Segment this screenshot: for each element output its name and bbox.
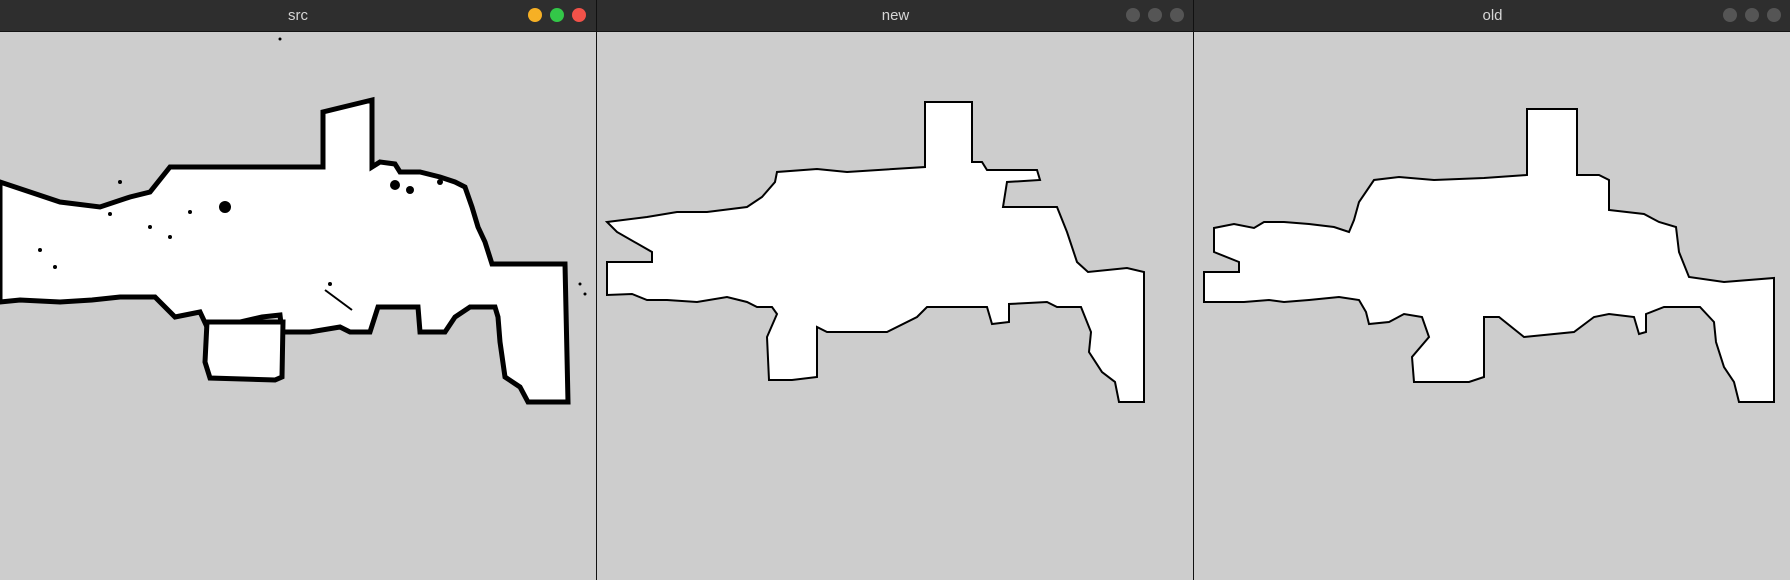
traffic-lights-new [1118, 8, 1184, 22]
zoom-button-icon[interactable] [1148, 8, 1162, 22]
traffic-lights-src [520, 8, 586, 22]
window-new: new [596, 0, 1194, 580]
map-image-new [604, 101, 1145, 403]
window-titlebar-old[interactable]: old [1194, 0, 1790, 32]
close-button-icon[interactable] [1170, 8, 1184, 22]
window-title-new: new [881, 7, 910, 24]
window-title-old: old [1482, 7, 1503, 24]
traffic-lights-old [1715, 8, 1781, 22]
map-image-src [0, 37, 587, 405]
minimize-button-icon[interactable] [1723, 8, 1737, 22]
window-src: src [0, 0, 596, 580]
window-titlebar-src[interactable]: src [0, 0, 596, 32]
image-canvas-old [1194, 32, 1790, 580]
window-old: old [1193, 0, 1790, 580]
minimize-button-icon[interactable] [528, 8, 542, 22]
image-canvas-src [0, 32, 596, 580]
image-canvas-new [597, 32, 1194, 580]
zoom-button-icon[interactable] [550, 8, 564, 22]
minimize-button-icon[interactable] [1126, 8, 1140, 22]
close-button-icon[interactable] [572, 8, 586, 22]
map-image-old [1203, 108, 1775, 403]
zoom-button-icon[interactable] [1745, 8, 1759, 22]
close-button-icon[interactable] [1767, 8, 1781, 22]
window-titlebar-new[interactable]: new [597, 0, 1194, 32]
window-title-src: src [288, 7, 308, 24]
